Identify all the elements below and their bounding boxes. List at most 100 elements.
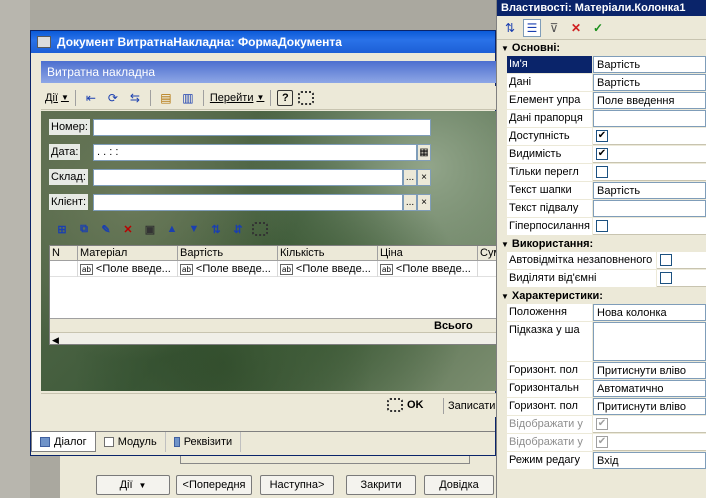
goto-menu[interactable]: Перейти ▼ (210, 92, 265, 104)
property-value[interactable] (593, 200, 706, 217)
property-row[interactable]: Текст шапки Вартість (497, 182, 706, 200)
property-row[interactable]: Автовідмітка незаповненого (497, 252, 706, 270)
window-title-bar[interactable]: Документ ВитратнаНакладна: ФормаДокумент… (31, 31, 495, 53)
property-value[interactable]: Вартість (593, 182, 706, 199)
materials-table[interactable]: N Матеріал Вартість Кількість Ціна Сум a… (49, 245, 497, 345)
table-cell[interactable]: ab <Поле введе... (278, 261, 378, 277)
swap-icon[interactable]: ⇆ (126, 89, 144, 107)
property-row[interactable]: Положення Нова колонка (497, 304, 706, 322)
property-value[interactable] (593, 322, 706, 361)
settings-icon[interactable] (297, 89, 315, 107)
tab-attributes[interactable]: Реквізити (166, 432, 242, 452)
edit-row-icon[interactable]: ✎ (97, 220, 115, 238)
warehouse-field[interactable] (93, 169, 403, 186)
highlight-negative-checkbox[interactable] (660, 272, 672, 284)
apply-icon[interactable]: ✓ (589, 19, 607, 37)
previous-button[interactable]: <Попередня (176, 475, 252, 495)
refresh-icon[interactable]: ⟳ (104, 89, 122, 107)
unpost-document-icon[interactable]: ▥ (179, 89, 197, 107)
enabled-checkbox[interactable]: ✔ (596, 130, 608, 142)
readonly-checkbox[interactable] (596, 166, 608, 178)
property-row[interactable]: Відображати у ✔ (497, 434, 706, 452)
sort-ascending-icon[interactable]: ⇅ (207, 220, 225, 238)
column-header[interactable]: Вартість (178, 246, 278, 261)
property-row[interactable]: Відображати у ✔ (497, 416, 706, 434)
clear-icon[interactable]: ✕ (567, 19, 585, 37)
section-characteristics[interactable]: ▼ Характеристики: (497, 288, 706, 304)
calendar-icon[interactable]: ▦ (417, 144, 431, 161)
show-in-header-checkbox[interactable]: ✔ (596, 418, 608, 430)
column-header[interactable]: Сум (478, 246, 496, 261)
ok-button[interactable]: OK (387, 398, 424, 412)
table-cell[interactable]: ab <Поле введе... (78, 261, 178, 277)
sort-alphabetical-icon[interactable]: ⇅ (501, 19, 519, 37)
property-value[interactable]: Вартість (593, 56, 706, 73)
property-row[interactable]: Дані прапорця (497, 110, 706, 128)
properties-title[interactable]: Властивості: Матеріали.Колонка1 (497, 0, 706, 16)
tab-module[interactable]: Модуль (96, 432, 166, 452)
actions-dropdown-button[interactable]: Дії ▼ (96, 475, 170, 495)
categorized-icon[interactable]: ☰ (523, 18, 541, 37)
property-row[interactable]: Текст підвалу (497, 200, 706, 218)
property-value[interactable]: Нова колонка (593, 304, 706, 321)
property-row[interactable]: Тільки перегл (497, 164, 706, 182)
property-row[interactable]: Режим редагу Вхід (497, 452, 706, 470)
property-row[interactable]: Виділяти від'ємні (497, 270, 706, 288)
filter-icon[interactable]: ⊽ (545, 19, 563, 37)
move-up-icon[interactable]: ▲ (163, 220, 181, 238)
property-row[interactable]: Горизонт. пол Притиснути вліво (497, 398, 706, 416)
help-button[interactable]: Довідка (424, 475, 494, 495)
client-clear-button[interactable]: × (417, 194, 431, 211)
table-row[interactable]: ab <Поле введе... ab <Поле введе... ab <Пол… (50, 261, 496, 277)
property-row[interactable]: Горизонтальн Автоматично (497, 380, 706, 398)
next-button[interactable]: Наступна> (260, 475, 334, 495)
tab-dialog[interactable]: Діалог (31, 432, 96, 452)
hyperlink-checkbox[interactable] (596, 220, 608, 232)
section-basic[interactable]: ▼ Основні: (497, 40, 706, 56)
auto-mark-checkbox[interactable] (660, 254, 672, 266)
table-cell[interactable] (478, 261, 496, 277)
horizontal-scrollbar[interactable]: ◀ (50, 332, 496, 344)
table-cell[interactable]: ab <Поле введе... (378, 261, 478, 277)
property-value[interactable] (593, 110, 706, 127)
column-header[interactable]: N (50, 246, 78, 261)
copy-row-icon[interactable]: ⧉ (75, 220, 93, 238)
delete-row-icon[interactable]: ✕ (119, 220, 137, 238)
property-value[interactable]: Поле введення (593, 92, 706, 109)
property-row[interactable]: Видимість ✔ (497, 146, 706, 164)
property-value[interactable]: Притиснути вліво (593, 362, 706, 379)
client-select-button[interactable]: ... (403, 194, 417, 211)
property-row[interactable]: Підказка у ша (497, 322, 706, 362)
add-row-icon[interactable]: ⊞ (53, 220, 71, 238)
number-field[interactable] (93, 119, 431, 136)
section-usage[interactable]: ▼ Використання: (497, 236, 706, 252)
property-value[interactable]: Автоматично (593, 380, 706, 397)
column-header[interactable]: Матеріал (78, 246, 178, 261)
column-header[interactable]: Ціна (378, 246, 478, 261)
end-edit-icon[interactable]: ▣ (141, 220, 159, 238)
arrow-left-icon[interactable]: ⇤ (82, 89, 100, 107)
write-button[interactable]: Записати (443, 398, 499, 414)
property-row[interactable]: Горизонт. пол Притиснути вліво (497, 362, 706, 380)
warehouse-clear-button[interactable]: × (417, 169, 431, 186)
help-icon[interactable]: ? (277, 89, 294, 106)
date-field[interactable]: . . : : (93, 144, 417, 161)
scroll-left-icon[interactable]: ◀ (52, 333, 59, 344)
property-value[interactable]: Вартість (593, 74, 706, 91)
post-document-icon[interactable]: ▤ (157, 89, 175, 107)
sort-descending-icon[interactable]: ⇵ (229, 220, 247, 238)
table-cell[interactable]: ab <Поле введе... (178, 261, 278, 277)
visible-checkbox[interactable]: ✔ (596, 148, 608, 160)
show-in-footer-checkbox[interactable]: ✔ (596, 436, 608, 448)
property-row[interactable]: Доступність ✔ (497, 128, 706, 146)
row-number-cell[interactable] (50, 261, 78, 277)
warehouse-select-button[interactable]: ... (403, 169, 417, 186)
property-row[interactable]: Гіперпосилання (497, 218, 706, 236)
property-row[interactable]: Ім'я Вартість (497, 56, 706, 74)
property-row[interactable]: Елемент упра Поле введення (497, 92, 706, 110)
settings-icon[interactable] (251, 220, 269, 238)
move-down-icon[interactable]: ▼ (185, 220, 203, 238)
column-header[interactable]: Кількість (278, 246, 378, 261)
property-value[interactable]: Вхід (593, 452, 706, 469)
close-button[interactable]: Закрити (346, 475, 416, 495)
